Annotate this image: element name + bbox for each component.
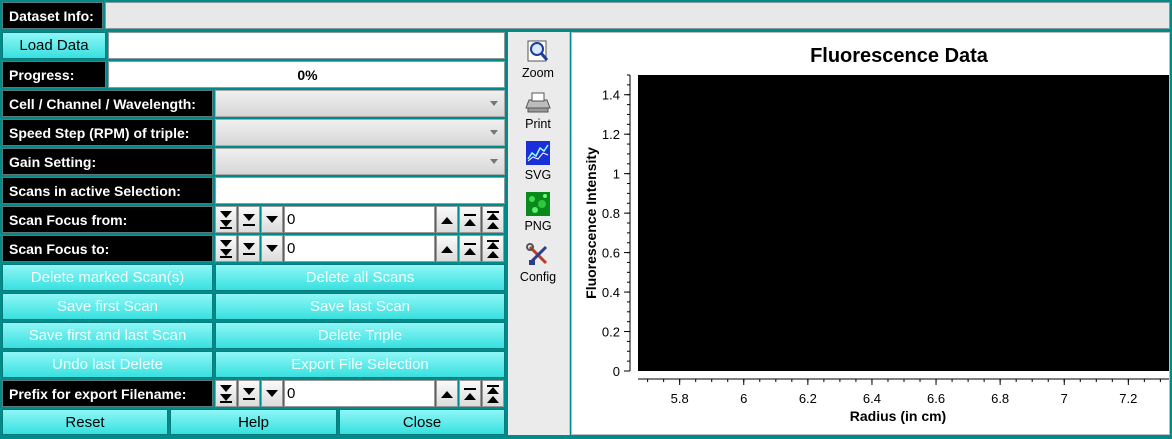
- fluorescence-plot: Fluorescence Data Fluorescence Intensity…: [571, 32, 1170, 435]
- help-button[interactable]: Help: [170, 409, 337, 435]
- step-down-icon[interactable]: [261, 235, 283, 262]
- delete-all-scans-button[interactable]: Delete all Scans: [215, 264, 505, 291]
- fast-up-icon[interactable]: [482, 206, 504, 233]
- progress-bar: 0%: [108, 61, 505, 88]
- prefix-counter[interactable]: 0: [215, 380, 505, 407]
- y-axis-label: Fluorescence Intensity: [583, 147, 599, 299]
- png-export-icon: [525, 191, 551, 217]
- svg-export-icon: [525, 140, 551, 166]
- save-first-last-scan-button[interactable]: Save first and last Scan: [2, 322, 213, 349]
- load-data-button[interactable]: Load Data: [2, 32, 106, 59]
- step-down-icon[interactable]: [261, 206, 283, 233]
- config-tool[interactable]: Config: [508, 242, 568, 284]
- x-tick-label: 6.8: [991, 391, 1009, 406]
- delete-marked-scans-button[interactable]: Delete marked Scan(s): [2, 264, 213, 291]
- cell-channel-select[interactable]: [215, 90, 505, 117]
- x-axis: 5.8 6 6.2 6.4 6.6 6.8 7 7.2: [638, 378, 1170, 406]
- focus-to-label: Scan Focus to:: [2, 235, 213, 262]
- fast-down-icon[interactable]: [215, 206, 237, 233]
- print-tool[interactable]: Print: [508, 89, 568, 131]
- dataset-info-label: Dataset Info:: [2, 2, 103, 29]
- gain-setting-select[interactable]: [215, 148, 505, 175]
- plot-canvas[interactable]: [638, 75, 1170, 371]
- prefix-input[interactable]: 0: [284, 380, 435, 407]
- y-tick-label: 0.2: [602, 325, 620, 340]
- cell-channel-label: Cell / Channel / Wavelength:: [2, 90, 213, 117]
- load-data-field[interactable]: [108, 32, 505, 59]
- zoom-icon: [525, 38, 551, 64]
- reset-button[interactable]: Reset: [2, 409, 168, 435]
- plot-toolbar: Zoom Print SVG PNG Config: [508, 32, 570, 435]
- x-tick-label: 6.2: [799, 391, 817, 406]
- printer-icon: [525, 89, 551, 115]
- x-tick-label: 7: [1061, 391, 1068, 406]
- x-tick-label: 6.4: [863, 391, 881, 406]
- x-axis-label: Radius (in cm): [850, 408, 946, 424]
- fluorescence-chart: Fluorescence Data Fluorescence Intensity…: [583, 45, 1170, 424]
- focus-to-input[interactable]: 0: [284, 235, 435, 262]
- scans-active-label: Scans in active Selection:: [2, 177, 213, 204]
- x-tick-label: 6: [740, 391, 747, 406]
- y-tick-label: 0.6: [602, 246, 620, 261]
- fast-up-icon[interactable]: [482, 380, 504, 407]
- y-tick-label: 1.4: [602, 88, 620, 103]
- y-tick-label: 0.4: [602, 285, 620, 300]
- scans-active-field[interactable]: [215, 177, 505, 204]
- delete-triple-button[interactable]: Delete Triple: [215, 322, 505, 349]
- export-file-selection-button[interactable]: Export File Selection: [215, 351, 505, 378]
- png-export-tool[interactable]: PNG: [508, 191, 568, 233]
- mid-up-icon[interactable]: [459, 235, 481, 262]
- chevron-down-icon: [490, 130, 498, 135]
- zoom-label: Zoom: [522, 66, 554, 80]
- save-first-scan-button[interactable]: Save first Scan: [2, 293, 213, 320]
- print-label: Print: [525, 117, 551, 131]
- focus-to-counter[interactable]: 0: [215, 235, 505, 262]
- fast-down-icon[interactable]: [215, 380, 237, 407]
- undo-last-delete-button[interactable]: Undo last Delete: [2, 351, 213, 378]
- x-tick-label: 5.8: [671, 391, 689, 406]
- gain-setting-label: Gain Setting:: [2, 148, 213, 175]
- y-axis: 0 0.2 0.4 0.6 0.8 1 1.2 1.4: [602, 74, 631, 379]
- progress-label: Progress:: [2, 61, 106, 88]
- fast-up-icon[interactable]: [482, 235, 504, 262]
- x-tick-label: 7.2: [1119, 391, 1137, 406]
- zoom-tool[interactable]: Zoom: [508, 38, 568, 80]
- config-label: Config: [519, 270, 557, 284]
- save-last-scan-button[interactable]: Save last Scan: [215, 293, 505, 320]
- mid-down-icon[interactable]: [238, 235, 260, 262]
- chevron-down-icon: [490, 101, 498, 106]
- step-up-icon[interactable]: [436, 380, 458, 407]
- step-up-icon[interactable]: [436, 235, 458, 262]
- step-down-icon[interactable]: [261, 380, 283, 407]
- y-tick-label: 1: [613, 167, 620, 182]
- y-tick-label: 0: [613, 364, 620, 379]
- mid-up-icon[interactable]: [459, 206, 481, 233]
- mid-down-icon[interactable]: [238, 380, 260, 407]
- svg-label: SVG: [524, 168, 552, 182]
- y-tick-label: 0.8: [602, 206, 620, 221]
- focus-from-counter[interactable]: 0: [215, 206, 505, 233]
- dataset-info-field[interactable]: [105, 2, 1170, 29]
- focus-from-input[interactable]: 0: [284, 206, 435, 233]
- prefix-label: Prefix for export Filename:: [2, 380, 213, 407]
- mid-down-icon[interactable]: [238, 206, 260, 233]
- focus-from-label: Scan Focus from:: [2, 206, 213, 233]
- y-tick-label: 1.2: [602, 127, 620, 142]
- svg-export-tool[interactable]: SVG: [508, 140, 568, 182]
- step-up-icon[interactable]: [436, 206, 458, 233]
- mid-up-icon[interactable]: [459, 380, 481, 407]
- speed-step-select[interactable]: [215, 119, 505, 146]
- x-tick-label: 6.6: [927, 391, 945, 406]
- tools-icon: [525, 242, 551, 268]
- fast-down-icon[interactable]: [215, 235, 237, 262]
- chevron-down-icon: [490, 159, 498, 164]
- png-label: PNG: [524, 219, 552, 233]
- speed-step-label: Speed Step (RPM) of triple:: [2, 119, 213, 146]
- close-button[interactable]: Close: [339, 409, 505, 435]
- chart-title: Fluorescence Data: [810, 45, 989, 67]
